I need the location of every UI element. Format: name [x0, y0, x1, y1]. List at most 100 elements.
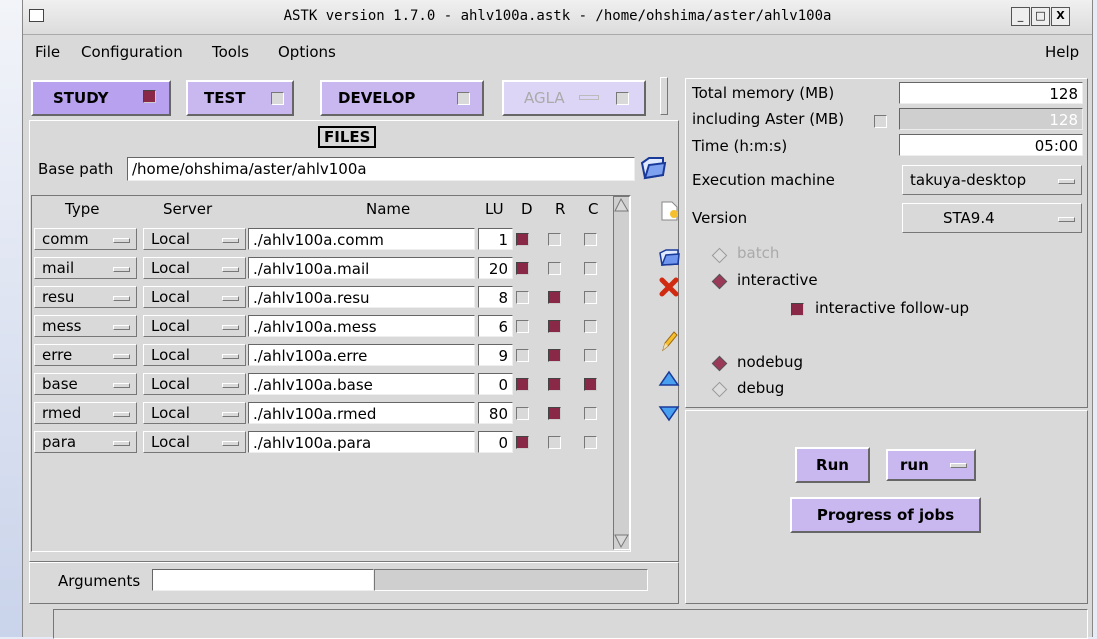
lu-input[interactable]: 8 [478, 286, 513, 308]
server-select[interactable]: Local [143, 344, 246, 366]
menu-configuration[interactable]: Configuration [81, 43, 183, 61]
close-button[interactable]: X [1051, 7, 1070, 26]
type-select[interactable]: base [34, 373, 137, 395]
test-indicator [271, 92, 284, 105]
c-checkbox[interactable] [584, 349, 597, 362]
title-bar[interactable]: ASTK version 1.7.0 - ahlv100a.astk - /ho… [23, 0, 1092, 35]
base-path-input[interactable]: /home/ohshima/aster/ahlv100a [127, 157, 635, 181]
d-checkbox[interactable] [516, 349, 529, 362]
run-mode-select[interactable]: run [886, 449, 976, 481]
menu-tools[interactable]: Tools [212, 43, 249, 61]
c-checkbox[interactable] [584, 291, 597, 304]
lu-input[interactable]: 1 [478, 228, 513, 250]
file-name-input[interactable]: ./ahlv100a.base [248, 373, 475, 395]
type-select[interactable]: mail [34, 257, 137, 279]
test-mode-button[interactable]: TEST [186, 80, 294, 116]
file-name-input[interactable]: ./ahlv100a.mess [248, 315, 475, 337]
lu-input[interactable]: 6 [478, 315, 513, 337]
move-down-icon[interactable] [658, 402, 680, 424]
menu-file[interactable]: File [35, 43, 60, 61]
menu-help[interactable]: Help [1045, 43, 1079, 61]
d-checkbox[interactable] [516, 233, 529, 246]
type-select[interactable]: resu [34, 286, 137, 308]
r-checkbox[interactable] [548, 378, 561, 391]
r-checkbox[interactable] [548, 291, 561, 304]
total-memory-input[interactable]: 128 [899, 82, 1083, 104]
lu-input[interactable]: 20 [478, 257, 513, 279]
type-select[interactable]: mess [34, 315, 137, 337]
col-name: Name [366, 200, 411, 218]
type-select[interactable]: rmed [34, 402, 137, 424]
including-aster-input[interactable]: 128 [899, 108, 1083, 130]
c-checkbox[interactable] [584, 436, 597, 449]
edit-pencil-icon[interactable] [658, 330, 680, 352]
server-select[interactable]: Local [143, 373, 246, 395]
d-checkbox[interactable] [516, 407, 529, 420]
dropdown-icon [1058, 217, 1075, 222]
panel-splitter[interactable] [660, 77, 668, 115]
arguments-input[interactable] [152, 569, 374, 591]
batch-label: batch [737, 244, 780, 262]
d-checkbox[interactable] [516, 291, 529, 304]
dropdown-icon [222, 238, 239, 243]
file-name-input[interactable]: ./ahlv100a.comm [248, 228, 475, 250]
version-select[interactable]: STA9.4 [902, 203, 1082, 233]
file-name-input[interactable]: ./ahlv100a.resu [248, 286, 475, 308]
lu-input[interactable]: 0 [478, 373, 513, 395]
develop-mode-button[interactable]: DEVELOP [320, 80, 484, 116]
type-select[interactable]: comm [34, 228, 137, 250]
file-name-input[interactable]: ./ahlv100a.mail [248, 257, 475, 279]
run-button[interactable]: Run [795, 447, 870, 483]
r-checkbox[interactable] [548, 436, 561, 449]
d-checkbox[interactable] [516, 436, 529, 449]
server-select[interactable]: Local [143, 315, 246, 337]
follow-up-checkbox[interactable] [791, 303, 804, 316]
r-checkbox[interactable] [548, 349, 561, 362]
server-select[interactable]: Local [143, 286, 246, 308]
server-value: Local [151, 317, 190, 335]
r-checkbox[interactable] [548, 233, 561, 246]
r-checkbox[interactable] [548, 407, 561, 420]
lu-input[interactable]: 80 [478, 402, 513, 424]
scroll-up-icon[interactable] [614, 197, 629, 213]
type-select[interactable]: para [34, 431, 137, 453]
study-mode-button[interactable]: STUDY [31, 80, 171, 116]
open-folder-icon[interactable] [639, 155, 667, 181]
file-name-input[interactable]: ./ahlv100a.rmed [248, 402, 475, 424]
c-checkbox[interactable] [584, 407, 597, 420]
c-checkbox[interactable] [584, 262, 597, 275]
server-select[interactable]: Local [143, 431, 246, 453]
file-name-input[interactable]: ./ahlv100a.erre [248, 344, 475, 366]
scroll-down-icon[interactable] [614, 533, 629, 549]
server-select[interactable]: Local [143, 257, 246, 279]
files-scrollbar[interactable] [613, 196, 630, 550]
menu-options[interactable]: Options [278, 43, 336, 61]
c-checkbox[interactable] [584, 378, 597, 391]
execution-machine-select[interactable]: takuya-desktop [902, 165, 1082, 195]
c-checkbox[interactable] [584, 233, 597, 246]
lu-input[interactable]: 9 [478, 344, 513, 366]
r-checkbox[interactable] [548, 320, 561, 333]
d-checkbox[interactable] [516, 320, 529, 333]
server-select[interactable]: Local [143, 402, 246, 424]
type-select[interactable]: erre [34, 344, 137, 366]
server-select[interactable]: Local [143, 228, 246, 250]
new-file-icon[interactable] [658, 200, 680, 222]
desktop-background [0, 0, 24, 637]
d-checkbox[interactable] [516, 262, 529, 275]
time-input[interactable]: 05:00 [899, 134, 1083, 156]
r-checkbox[interactable] [548, 262, 561, 275]
minimize-button[interactable]: _ [1011, 7, 1030, 26]
file-name-input[interactable]: ./ahlv100a.para [248, 431, 475, 453]
type-value: base [42, 375, 78, 393]
agla-mode-button[interactable]: AGLA [502, 80, 646, 116]
open-file-icon[interactable] [658, 246, 680, 268]
progress-of-jobs-button[interactable]: Progress of jobs [790, 497, 981, 533]
delete-icon[interactable] [658, 276, 680, 298]
lu-input[interactable]: 0 [478, 431, 513, 453]
c-checkbox[interactable] [584, 320, 597, 333]
d-checkbox[interactable] [516, 378, 529, 391]
including-aster-checkbox[interactable] [874, 115, 887, 128]
maximize-button[interactable]: □ [1031, 7, 1050, 26]
move-up-icon[interactable] [658, 368, 680, 390]
